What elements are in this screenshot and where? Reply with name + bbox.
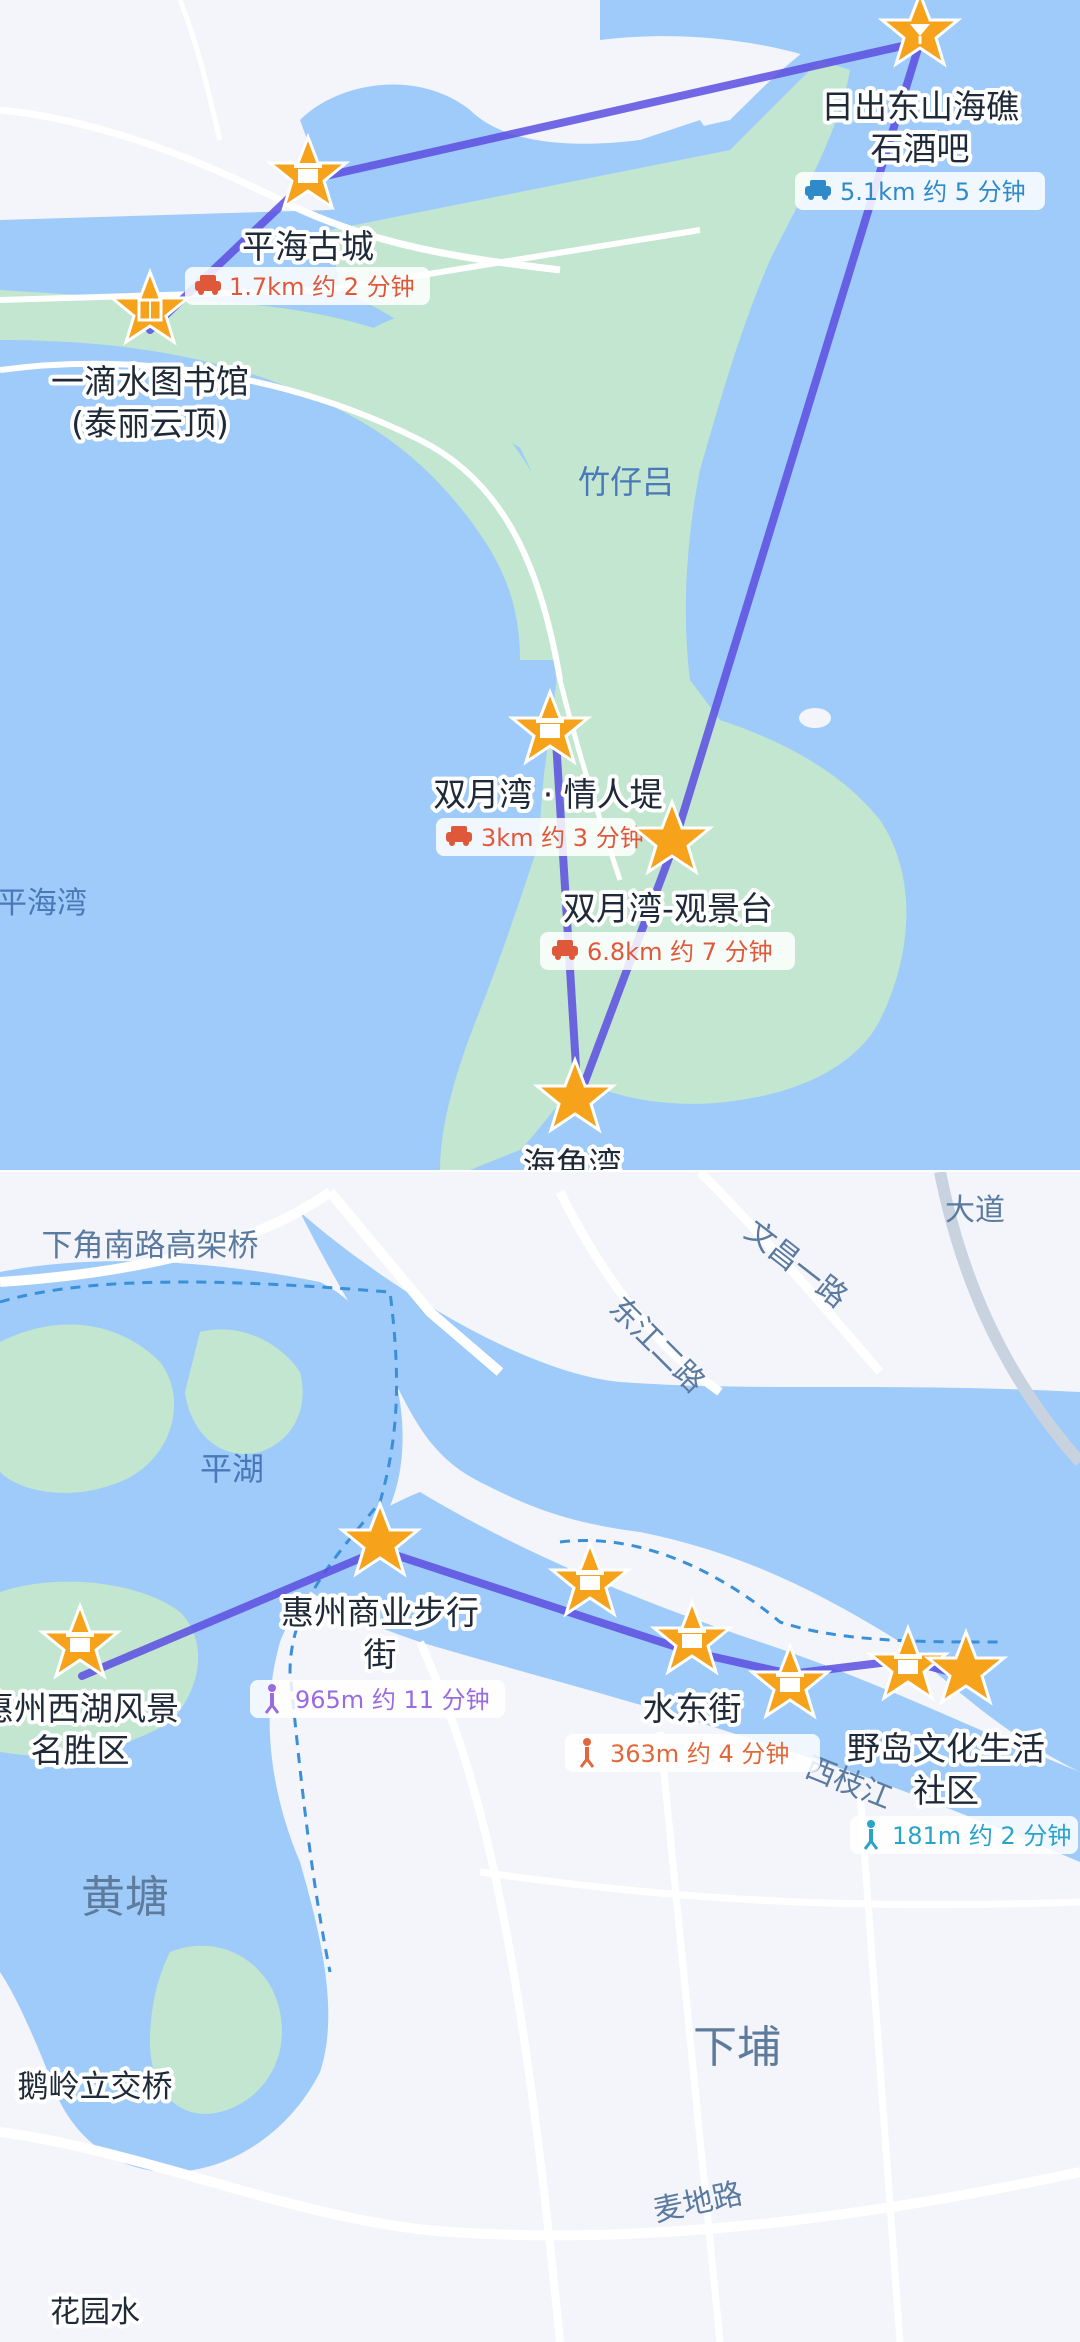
place-label-pinghaiwan: 平海湾 [0,886,87,921]
map-top-panel[interactable]: 竹仔吕 平海湾 平海古城 1.7km 约 2 分钟 一滴水图书馆 (泰丽云顶) … [0,0,1080,1170]
stop-label-bar-1: 日出东山海礁 [821,87,1019,126]
road-label-avenue: 大道 [945,1193,1005,1228]
gate-icon [776,1672,804,1692]
leg-text-b1: 965m 约 11 分钟 [295,1686,490,1714]
leg-pill-1: 1.7km 约 2 分钟 [185,267,430,305]
stop-label-viewpoint: 双月湾-观景台 [563,889,773,928]
stop-label-bar-2: 石酒吧 [871,129,970,168]
gate-icon [576,1570,604,1590]
stop-label-pedestrian-1: 惠州商业步行 [281,1593,479,1632]
map-bottom-canvas[interactable]: 下角南路高架桥 文昌一路 东江二路 大道 西枝江 麦地路 鹅岭立交桥 平湖 黄塘… [0,1172,1080,2342]
gate-icon [294,163,322,183]
leg-pill-4: 6.8km 约 7 分钟 [540,932,795,970]
leg-pill-b3: 181m 约 2 分钟 [850,1816,1078,1854]
leg-text-1: 1.7km 约 2 分钟 [229,273,415,301]
map-top-canvas[interactable]: 竹仔吕 平海湾 平海古城 1.7km 约 2 分钟 一滴水图书馆 (泰丽云顶) … [0,0,1080,1170]
district-label-xiapu: 下埔 [693,2022,781,2073]
stop-label-haijiaowan: 海角湾 [523,1145,622,1170]
leg-pill-2: 5.1km 约 5 分钟 [795,172,1045,210]
leg-text-4: 6.8km 约 7 分钟 [587,938,773,966]
stop-label-yedao-1: 野岛文化生活 [847,1729,1045,1768]
leg-pill-3: 3km 约 3 分钟 [436,818,644,856]
district-label-huangtang: 黄塘 [81,1872,169,1923]
place-label-huayuanshui: 花园水 [50,2295,140,2330]
rock-islet [799,708,831,728]
leg-text-2: 5.1km 约 5 分钟 [840,178,1026,206]
gate-icon [894,1654,922,1674]
leg-text-3: 3km 约 3 分钟 [481,824,644,852]
leg-text-b3: 181m 约 2 分钟 [892,1822,1071,1850]
stop-label-west-lake-1: 惠州西湖风景 [0,1689,179,1728]
road-label-xiajiao: 下角南路高架桥 [42,1228,259,1264]
gate-icon [66,1632,94,1652]
place-label-pinghu: 平湖 [200,1450,264,1488]
stop-label-shuidong: 水东街 [643,1689,742,1728]
gate-icon [678,1628,706,1648]
stop-label-west-lake-2: 名胜区 [31,1731,130,1770]
stop-label-yedao-2: 社区 [913,1771,979,1810]
leg-pill-b2: 363m 约 4 分钟 [565,1734,820,1772]
road-label-eling: 鹅岭立交桥 [18,2069,173,2105]
leg-text-b2: 363m 约 4 分钟 [610,1740,789,1768]
map-bottom-panel[interactable]: 下角南路高架桥 文昌一路 东江二路 大道 西枝江 麦地路 鹅岭立交桥 平湖 黄塘… [0,1172,1080,2342]
stop-label-pedestrian-2: 街 [364,1635,397,1674]
gate-icon [536,718,564,738]
place-label-zhuzailv: 竹仔吕 [578,463,674,501]
leg-pill-b1: 965m 约 11 分钟 [250,1680,505,1718]
stop-label-library-2: (泰丽云顶) [71,404,229,443]
stop-label-library-1: 一滴水图书馆 [51,362,249,401]
stop-label-lovers-dike: 双月湾 · 情人堤 [433,775,662,814]
stop-label-pinghai: 平海古城 [242,227,374,266]
